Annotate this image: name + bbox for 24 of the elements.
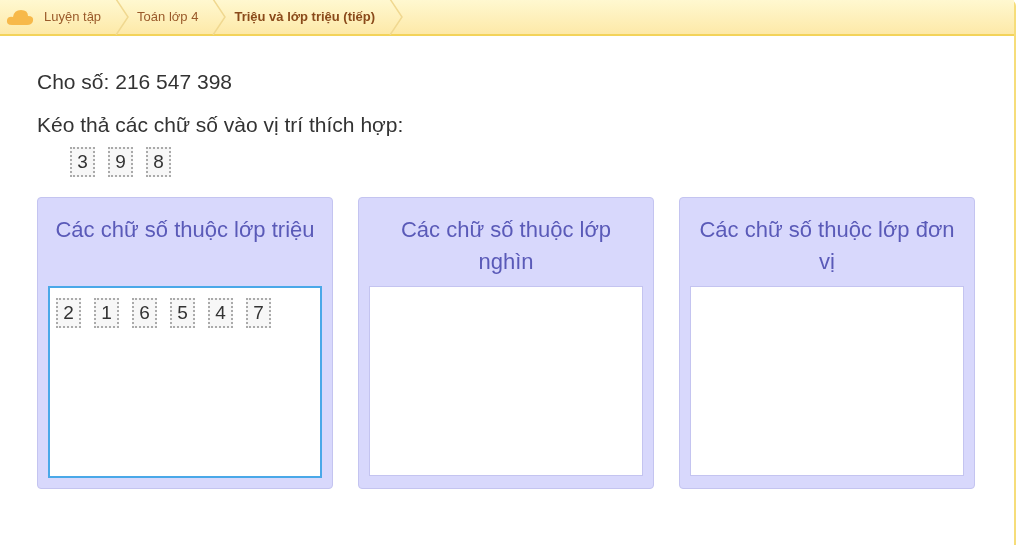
breadcrumb-link[interactable]: Luyện tập	[36, 7, 110, 27]
category-title: Các chữ số thuộc lớp nghìn	[399, 216, 613, 276]
digit-tile[interactable]: 6	[132, 298, 157, 328]
drop-zone[interactable]: 2 1 6 5 4 7	[48, 286, 322, 478]
question-text: Cho số: 216 547 398	[37, 69, 233, 95]
drop-zone[interactable]	[369, 286, 643, 476]
digit-tile[interactable]: 2	[56, 298, 81, 328]
digit-tile[interactable]: 3	[70, 147, 95, 177]
digit-tile[interactable]: 1	[94, 298, 119, 328]
cloud-icon	[6, 8, 34, 26]
category-title: Các chữ số thuộc lớp triệu	[55, 216, 315, 244]
chevron-separator-icon	[389, 0, 404, 35]
drop-zone[interactable]	[690, 286, 964, 476]
digit-tile[interactable]: 9	[108, 147, 133, 177]
digit-tile[interactable]: 4	[208, 298, 233, 328]
chevron-separator-icon	[115, 0, 130, 35]
instruction-text: Kéo thả các chữ số vào vị trí thích hợp:	[37, 112, 405, 138]
category-title: Các chữ số thuộc lớp đơn vị	[698, 216, 956, 276]
breadcrumb-link[interactable]: Triệu và lớp triệu (tiếp)	[226, 7, 384, 27]
chevron-separator-icon	[212, 0, 227, 35]
breadcrumb-link[interactable]: Toán lớp 4	[129, 7, 207, 27]
digit-tile[interactable]: 5	[170, 298, 195, 328]
digit-tile[interactable]: 7	[246, 298, 271, 328]
digit-tile[interactable]: 8	[146, 147, 171, 177]
